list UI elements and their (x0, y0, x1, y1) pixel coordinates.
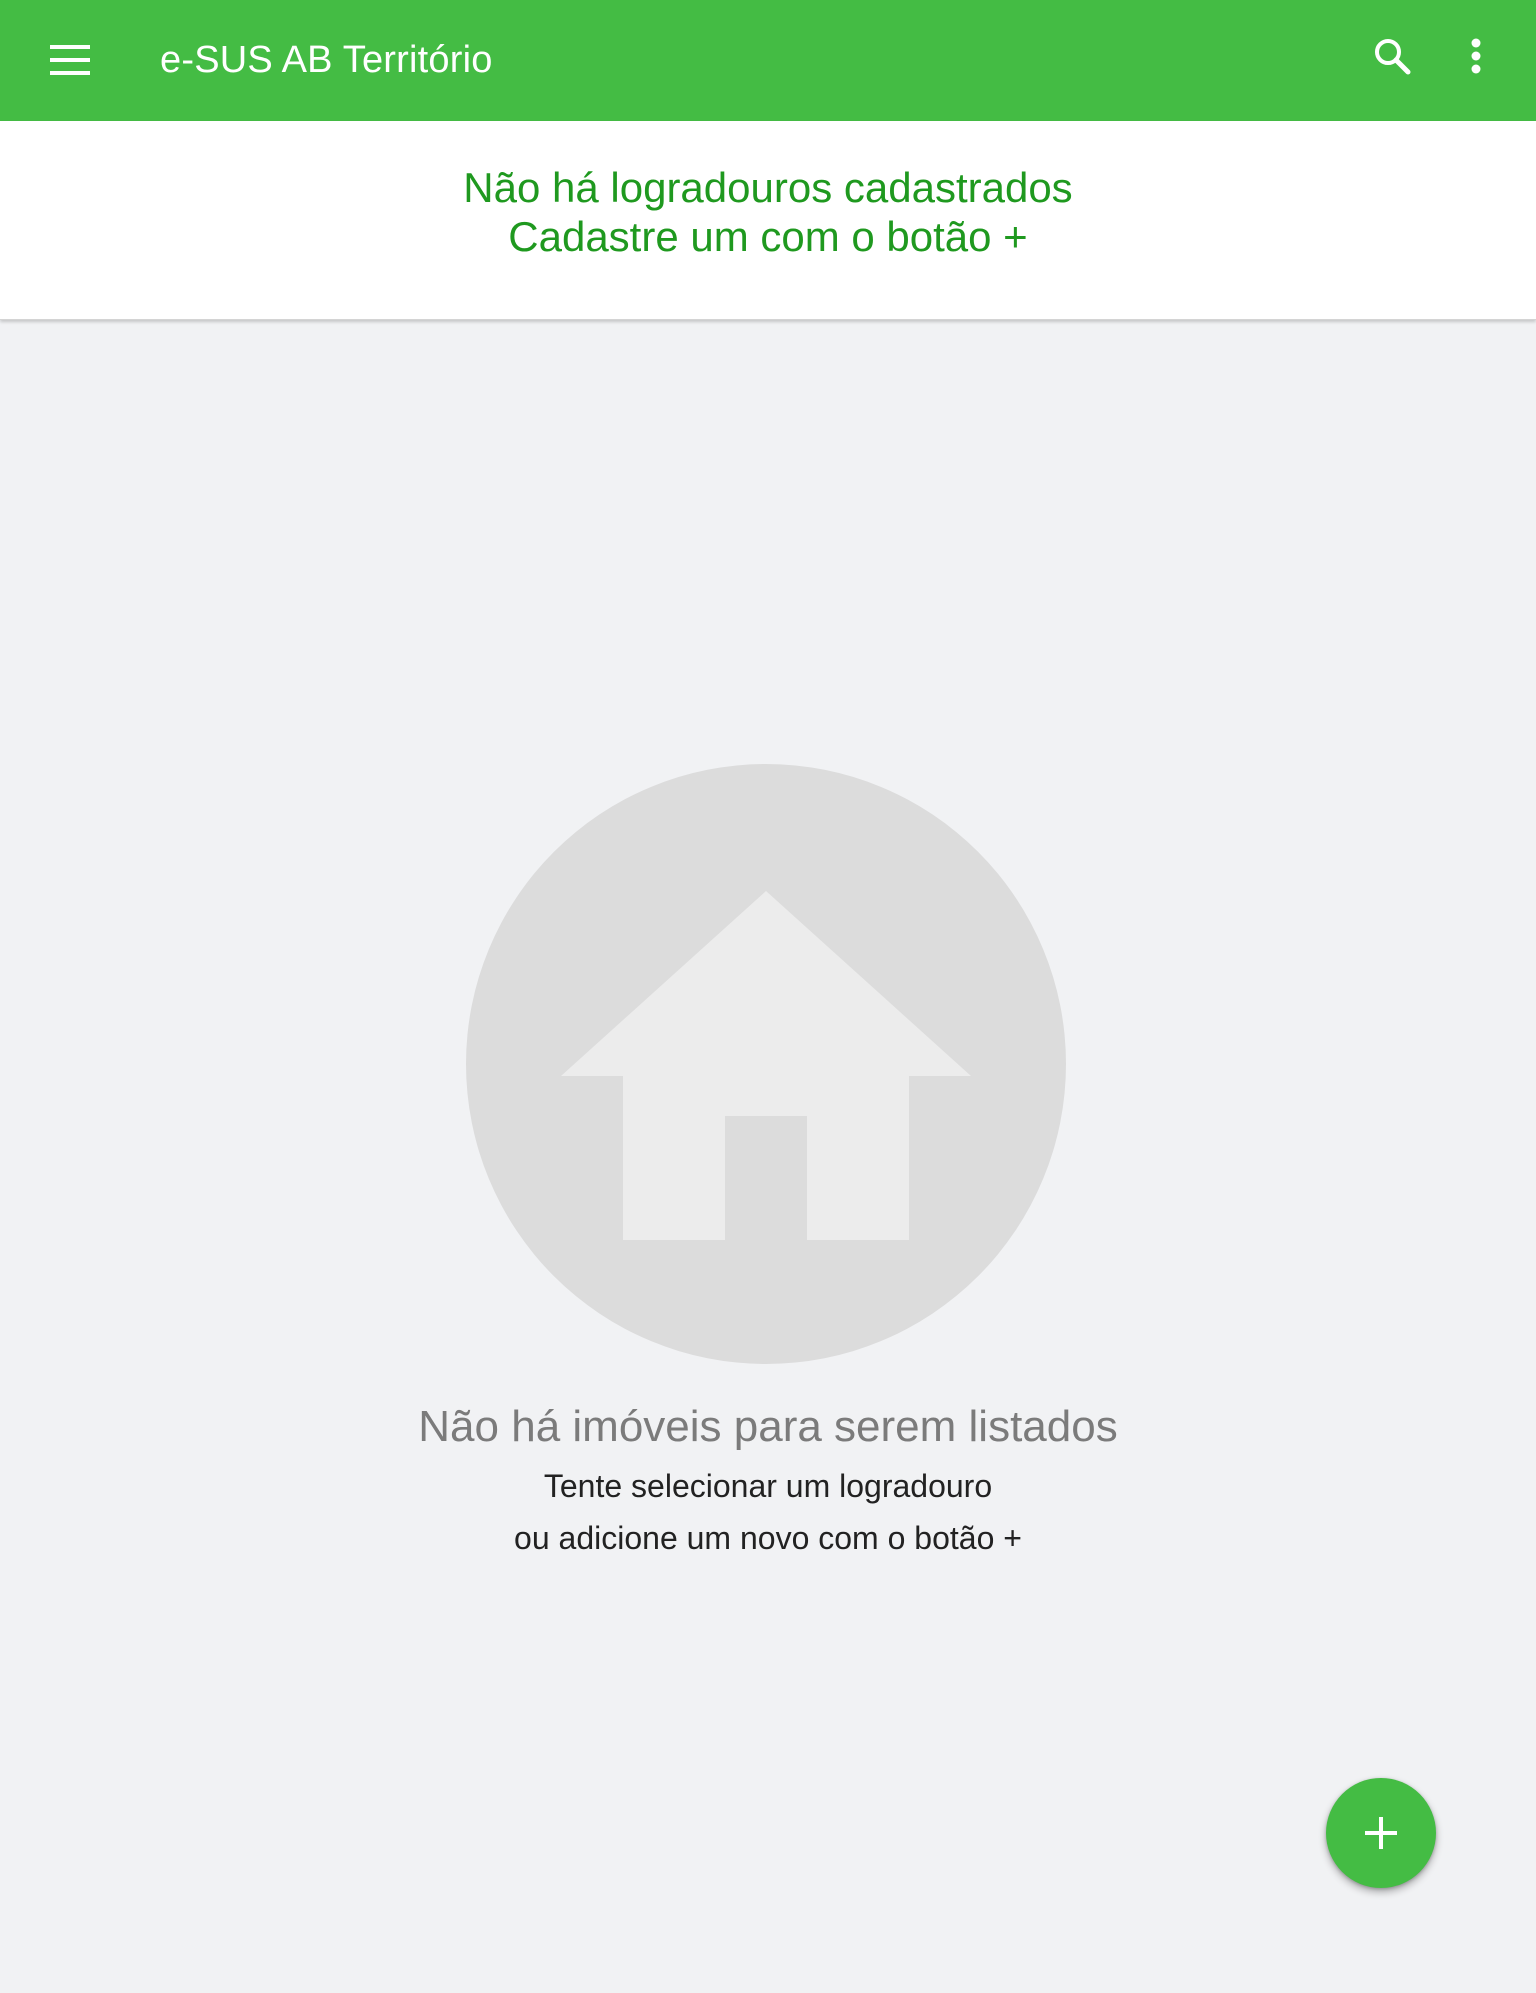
more-vert-icon (1471, 38, 1481, 74)
app-title: e-SUS AB Território (160, 39, 493, 81)
banner-hint: Cadastre um com o botão + (508, 213, 1028, 260)
banner-message: Não há logradouros cadastrados (463, 164, 1073, 211)
search-button[interactable] (1364, 28, 1420, 84)
add-button[interactable] (1326, 1778, 1436, 1888)
house-icon (466, 764, 1066, 1364)
empty-state-hint: Tente selecionar um logradouro (543, 1468, 993, 1504)
menu-button[interactable] (42, 32, 98, 88)
plus-icon (1365, 1817, 1397, 1849)
empty-state-hint-secondary: ou adicione um novo com o botão + (514, 1520, 1022, 1556)
search-icon (1375, 39, 1411, 75)
empty-state-title: Não há imóveis para serem listados (418, 1402, 1118, 1451)
more-options-button[interactable] (1448, 28, 1504, 84)
menu-icon (50, 45, 90, 75)
no-streets-banner: Não há logradouros cadastrados Cadastre … (0, 121, 1536, 320)
app-bar: e-SUS AB Território (0, 0, 1536, 121)
